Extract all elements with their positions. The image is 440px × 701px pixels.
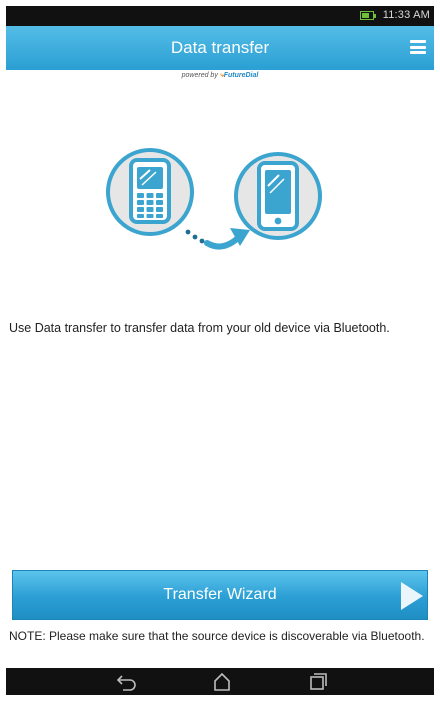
transfer-arrow-icon: [185, 228, 250, 250]
transfer-illustration: [106, 148, 322, 250]
powered-by-prefix: powered by: [181, 72, 218, 79]
app-bar: Data transfer: [6, 26, 434, 70]
transfer-wizard-button[interactable]: Transfer Wizard: [12, 570, 428, 620]
smartphone-icon: [234, 152, 322, 240]
status-time: 11:33 AM: [382, 9, 430, 21]
note-text: NOTE: Please make sure that the source d…: [9, 629, 425, 643]
transfer-wizard-label: Transfer Wizard: [163, 586, 277, 603]
menu-icon[interactable]: [410, 40, 426, 54]
feature-phone-icon: [106, 148, 194, 236]
futuredial-logo: ⤷FutureDial: [219, 72, 259, 79]
futuredial-brand: FutureDial: [223, 72, 259, 79]
battery-icon: [360, 11, 376, 20]
navigation-bar: [6, 668, 434, 695]
page-title: Data transfer: [170, 38, 270, 57]
powered-by: powered by ⤷FutureDial: [6, 72, 434, 80]
status-bar: 11:33 AM: [6, 6, 434, 26]
description-text: Use Data transfer to transfer data from …: [9, 321, 390, 335]
recent-apps-icon[interactable]: [302, 671, 332, 693]
home-icon[interactable]: [207, 671, 237, 693]
screen: 11:33 AM Data transfer powered by ⤷Futur…: [6, 6, 434, 695]
battery-fill: [362, 13, 369, 18]
back-icon[interactable]: [112, 671, 142, 693]
play-arrow-icon: [401, 582, 423, 610]
